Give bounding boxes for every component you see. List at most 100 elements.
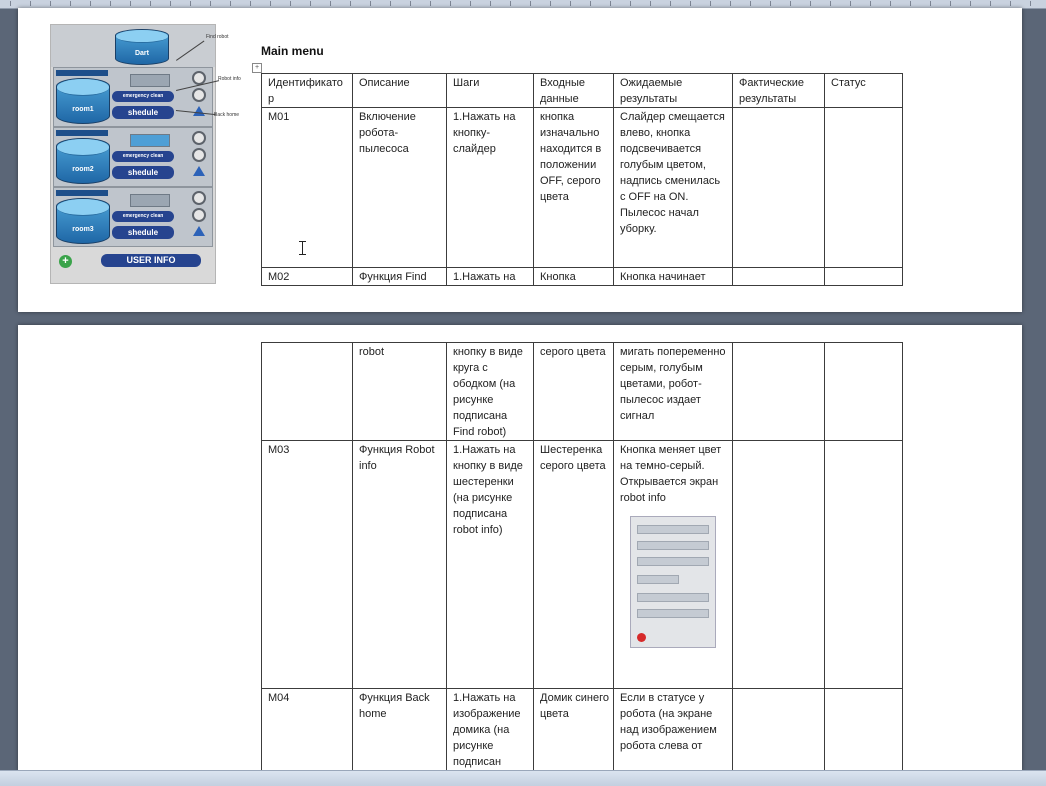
room1-schedule-button[interactable]: shedule	[112, 106, 174, 119]
cell-id[interactable]: M03	[261, 440, 353, 689]
ruler-tick	[810, 1, 811, 6]
ruler-tick	[830, 1, 831, 6]
ruler-tick	[250, 1, 251, 6]
cell-description[interactable]: Включение робота-пылесоса	[352, 107, 447, 268]
room1-emergency-clean-button[interactable]: emergency clean	[112, 91, 174, 102]
room3-emergency-clean-button[interactable]: emergency clean	[112, 211, 174, 222]
home-icon[interactable]	[193, 226, 205, 236]
ruler-tick	[450, 1, 451, 6]
room2-power-slider[interactable]	[130, 134, 170, 147]
table-row: M03 Функция Robot info 1.Нажать на кнопк…	[261, 440, 903, 689]
cell-input[interactable]: серого цвета	[533, 342, 614, 441]
dart-robot-icon: Dart	[115, 29, 169, 65]
cell-status[interactable]	[824, 107, 903, 268]
home-icon[interactable]	[193, 166, 205, 176]
cell-input[interactable]: Кнопка	[533, 267, 614, 286]
cell-expected[interactable]: Кнопка начинает	[613, 267, 733, 286]
cell-expected[interactable]: мигать попеременно серым, голубым цветам…	[613, 342, 733, 441]
cell-input[interactable]: кнопка изначально находится в положении …	[533, 107, 614, 268]
room3-power-slider[interactable]	[130, 194, 170, 207]
cell-actual[interactable]	[732, 688, 825, 771]
ruler-tick	[130, 1, 131, 6]
ruler-tick	[730, 1, 731, 6]
ruler-tick	[930, 1, 931, 6]
gear-icon[interactable]	[192, 208, 206, 222]
ruler-tick	[530, 1, 531, 6]
cell-expected[interactable]: Кнопка меняет цвет на темно-серый. Откры…	[613, 440, 733, 689]
cell-description[interactable]: robot	[352, 342, 447, 441]
ruler-tick	[570, 1, 571, 6]
header-id: Идентификатор	[261, 73, 353, 108]
room1-power-slider[interactable]	[130, 74, 170, 87]
table-row: M02 Функция Find 1.Нажать на Кнопка Кноп…	[261, 267, 903, 286]
ruler-tick	[990, 1, 991, 6]
gear-icon[interactable]	[192, 148, 206, 162]
cell-expected-text-2: Пылесос начал уборку.	[620, 207, 699, 235]
room1-label: room1	[72, 106, 94, 114]
ruler-tick	[270, 1, 271, 6]
table-move-handle-icon[interactable]: +	[252, 63, 262, 73]
cell-id[interactable]	[261, 342, 353, 441]
cell-status[interactable]	[824, 440, 903, 689]
table-row: M04 Функция Back home 1.Нажать на изобра…	[261, 688, 903, 771]
cell-actual[interactable]	[732, 342, 825, 441]
ruler-tick	[150, 1, 151, 6]
ruler-tick	[390, 1, 391, 6]
cell-steps[interactable]: 1.Нажать на кнопку-слайдер	[446, 107, 534, 268]
cell-id[interactable]: M02	[261, 267, 353, 286]
cell-steps[interactable]: 1.Нажать на изображение домика (на рисун…	[446, 688, 534, 771]
ruler-tick	[770, 1, 771, 6]
ruler-tick	[870, 1, 871, 6]
room3-robot-icon: room3	[56, 198, 110, 244]
find-robot-icon[interactable]	[192, 191, 206, 205]
room-card-1: room1 emergency clean shedule	[53, 67, 213, 127]
cell-input[interactable]: Домик синего цвета	[533, 688, 614, 771]
ruler-tick	[370, 1, 371, 6]
cell-description[interactable]: Функция Robot info	[352, 440, 447, 689]
user-info-button[interactable]: USER INFO	[101, 254, 201, 267]
add-icon[interactable]: +	[59, 255, 72, 268]
room3-schedule-button[interactable]: shedule	[112, 226, 174, 239]
ruler-tick	[710, 1, 711, 6]
cell-actual[interactable]	[732, 107, 825, 268]
cell-id[interactable]: M04	[261, 688, 353, 771]
ruler-tick	[590, 1, 591, 6]
header-actual: Фактические результаты	[732, 73, 825, 108]
cell-actual[interactable]	[732, 440, 825, 689]
gear-icon[interactable]	[192, 88, 206, 102]
cell-status[interactable]	[824, 342, 903, 441]
ruler-tick	[1030, 1, 1031, 6]
table-row: robot кнопку в виде круга с ободком (на …	[261, 342, 903, 441]
cell-input[interactable]: Шестеренка серого цвета	[533, 440, 614, 689]
ruler-tick	[750, 1, 751, 6]
ruler-tick	[290, 1, 291, 6]
cell-actual[interactable]	[732, 267, 825, 286]
ruler-tick	[850, 1, 851, 6]
header-steps: Шаги	[446, 73, 534, 108]
cell-expected[interactable]: Слайдер смещается влево, кнопка подсвечи…	[613, 107, 733, 268]
header-expected: Ожидаемые результаты	[613, 73, 733, 108]
ruler-tick	[970, 1, 971, 6]
cell-expected[interactable]: Если в статусе у робота (на экране над и…	[613, 688, 733, 771]
document-page-2: robot кнопку в виде круга с ободком (на …	[18, 325, 1022, 772]
ruler-tick	[50, 1, 51, 6]
cell-description[interactable]: Функция Find	[352, 267, 447, 286]
room-card-2: room2 emergency clean shedule	[53, 127, 213, 187]
ruler-tick	[610, 1, 611, 6]
cell-steps[interactable]: 1.Нажать на	[446, 267, 534, 286]
room2-emergency-clean-button[interactable]: emergency clean	[112, 151, 174, 162]
cell-status[interactable]	[824, 688, 903, 771]
cell-steps[interactable]: 1.Нажать на кнопку в виде шестеренки (на…	[446, 440, 534, 689]
ruler-tick	[670, 1, 671, 6]
ruler-tick	[690, 1, 691, 6]
header-description: Описание	[352, 73, 447, 108]
ruler-tick	[550, 1, 551, 6]
cell-status[interactable]	[824, 267, 903, 286]
ruler-tick	[170, 1, 171, 6]
ruler-tick	[310, 1, 311, 6]
cell-id[interactable]: M01	[261, 107, 353, 268]
room2-schedule-button[interactable]: shedule	[112, 166, 174, 179]
cell-steps[interactable]: кнопку в виде круга с ободком (на рисунк…	[446, 342, 534, 441]
cell-description[interactable]: Функция Back home	[352, 688, 447, 771]
find-robot-icon[interactable]	[192, 131, 206, 145]
